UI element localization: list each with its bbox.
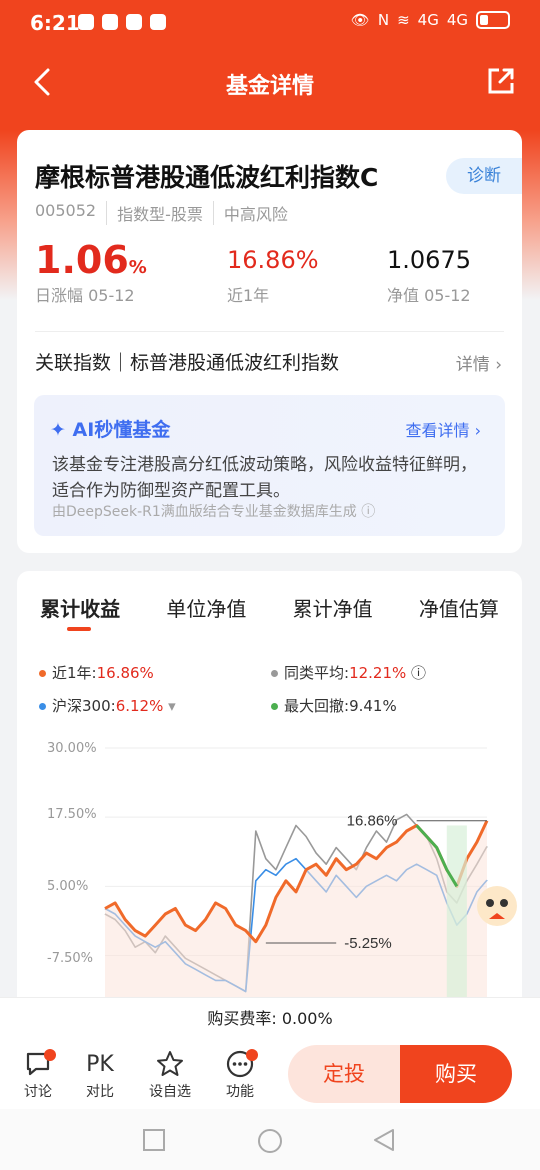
- notification-dot: [44, 1049, 56, 1061]
- fund-type: 指数型-股票: [106, 201, 213, 225]
- fund-code: 005052: [35, 201, 97, 220]
- wifi-icon: ≋: [397, 11, 410, 29]
- back-nav-icon[interactable]: [372, 1128, 396, 1152]
- star-icon: [157, 1051, 183, 1076]
- low-annotation: -5.25%: [344, 935, 392, 952]
- chevron-right-icon: ›: [474, 421, 481, 440]
- chevron-right-icon: ›: [495, 355, 502, 375]
- ai-source-label: 由DeepSeek-R1满血版结合专业基金数据库生成: [52, 504, 357, 520]
- pk-icon: PK: [86, 1051, 114, 1077]
- bottom-toolbar: 讨论 PK 对比 设自选 功能 定投 购买: [0, 1041, 540, 1109]
- buy-button[interactable]: 购买: [400, 1045, 512, 1103]
- ai-title-label: AI秒懂基金: [72, 419, 171, 441]
- day-change-label: 日涨幅 05-12: [35, 286, 135, 305]
- day-change-metric: 1.06% 日涨幅 05-12: [35, 238, 147, 306]
- compare-button[interactable]: PK 对比: [70, 1047, 130, 1101]
- mascot-eye: [486, 899, 494, 907]
- ai-summary-box: ✦ AI秒懂基金 查看详情 › 该基金专注港股高分红低波动策略，风险收益特征鲜明…: [34, 395, 505, 536]
- status-bar: 6:21 👁 N ≋ 4G 4G: [0, 0, 540, 46]
- functions-button[interactable]: 功能: [210, 1047, 270, 1101]
- ai-text: 该基金专注港股高分红低波动策略，风险收益特征鲜明，适合作为防御型资产配置工具。: [52, 455, 477, 501]
- divider: [35, 331, 504, 332]
- notification-dot: [246, 1049, 258, 1061]
- watchlist-label: 设自选: [149, 1084, 191, 1100]
- system-nav-bar: [0, 1109, 540, 1170]
- app-notification-icon: [150, 14, 166, 30]
- recent-apps-icon[interactable]: [143, 1129, 165, 1151]
- ai-title: ✦ AI秒懂基金: [50, 415, 170, 442]
- diagnose-button[interactable]: 诊断: [446, 158, 522, 194]
- signal-label-1: 4G: [417, 11, 439, 29]
- nav-value: 1.0675: [387, 246, 471, 274]
- ai-source: 由DeepSeek-R1满血版结合专业基金数据库生成 ⓘ: [52, 501, 375, 521]
- nav-metric: 1.0675 净值 05-12: [387, 238, 471, 306]
- sparkle-icon: ✦: [50, 419, 66, 441]
- status-indicators: 👁 N ≋ 4G 4G: [351, 11, 510, 29]
- page-title: 基金详情: [225, 74, 314, 99]
- max-drawdown-band: [446, 825, 467, 997]
- day-change-unit: %: [128, 257, 147, 278]
- mascot-icon: [477, 886, 517, 926]
- discuss-label: 讨论: [24, 1084, 52, 1100]
- year-return-value: 16.86%: [227, 246, 319, 274]
- auto-invest-button[interactable]: 定投: [288, 1045, 400, 1103]
- share-icon[interactable]: [486, 66, 516, 96]
- info-icon[interactable]: ⓘ: [361, 504, 375, 520]
- compare-label: 对比: [86, 1084, 114, 1100]
- fund-return-area: [105, 820, 487, 997]
- return-chart[interactable]: 16.86% -5.25%: [17, 571, 522, 1011]
- mascot-eye: [500, 899, 508, 907]
- add-watchlist-button[interactable]: 设自选: [140, 1047, 200, 1101]
- eye-icon: 👁: [350, 11, 370, 29]
- app-notification-icon: [102, 14, 118, 30]
- status-app-icons: [78, 14, 166, 30]
- home-icon[interactable]: [257, 1128, 283, 1154]
- related-more-label: 详情: [455, 355, 490, 375]
- fund-name: 摩根标普港股通低波红利指数C: [35, 163, 379, 192]
- status-time: 6:21: [30, 11, 80, 35]
- ai-more-link[interactable]: 查看详情 ›: [405, 417, 481, 441]
- app-notification-icon: [126, 14, 142, 30]
- chart-card: 累计收益 单位净值 累计净值 净值估算 近1年:16.86% 同类平均:12.2…: [17, 571, 522, 1011]
- related-index-more[interactable]: 详情 ›: [456, 350, 502, 375]
- fund-risk: 中高风险: [212, 201, 298, 225]
- nfc-icon: N: [377, 11, 390, 29]
- related-index[interactable]: 关联指数｜标普港股通低波红利指数: [35, 348, 339, 375]
- purchase-fee: 购买费率: 0.00%: [0, 997, 540, 1041]
- battery-icon: [476, 11, 510, 29]
- fund-tags: 005052 指数型-股票 中高风险: [35, 201, 298, 225]
- high-annotation: 16.86%: [347, 813, 398, 830]
- nav-bar: 基金详情: [0, 46, 540, 118]
- ai-more-label: 查看详情: [405, 421, 470, 440]
- fund-info-card: 摩根标普港股通低波红利指数C 诊断 005052 指数型-股票 中高风险 1.0…: [17, 130, 522, 553]
- functions-label: 功能: [226, 1084, 254, 1100]
- year-return-label: 近1年: [227, 286, 270, 305]
- signal-label-2: 4G: [446, 11, 468, 29]
- app-notification-icon: [78, 14, 94, 30]
- day-change-value: 1.06: [35, 238, 129, 282]
- year-return-metric: 16.86% 近1年: [227, 238, 319, 306]
- discuss-button[interactable]: 讨论: [8, 1047, 68, 1101]
- nav-label: 净值 05-12: [387, 286, 471, 305]
